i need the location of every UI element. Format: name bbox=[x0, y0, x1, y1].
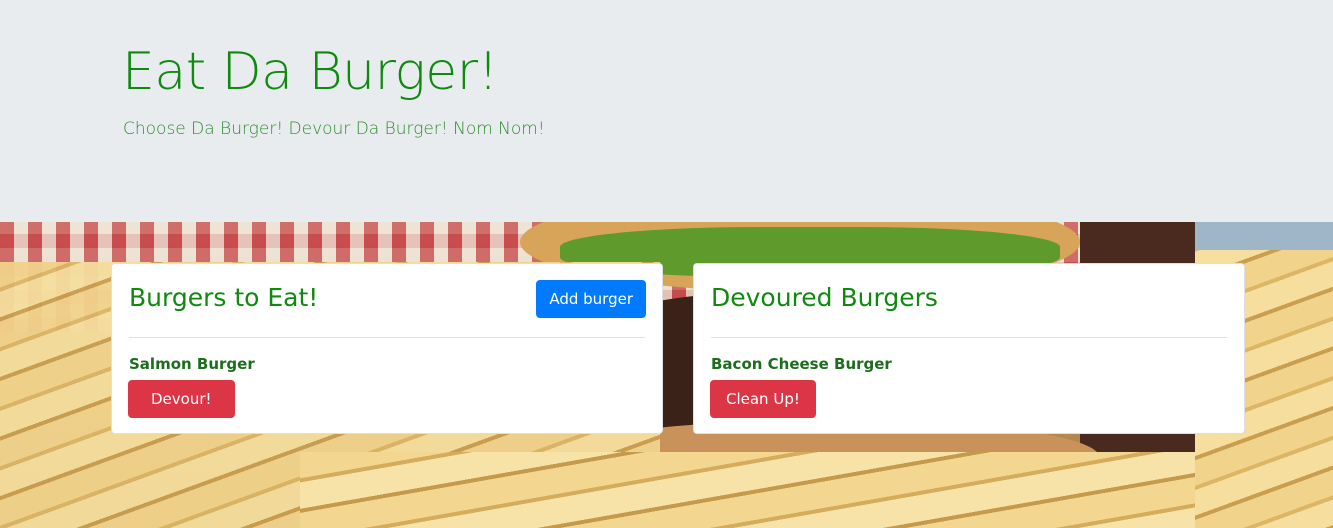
clean-up-button[interactable]: Clean Up! bbox=[710, 380, 816, 418]
page-title: Eat Da Burger! bbox=[122, 42, 498, 102]
fries-bottom bbox=[300, 452, 1200, 528]
add-burger-button[interactable]: Add burger bbox=[536, 280, 646, 318]
burger-name: Bacon Cheese Burger bbox=[711, 355, 892, 373]
devoured-burgers-card: Devoured Burgers Bacon Cheese Burger Cle… bbox=[693, 263, 1245, 434]
card-divider bbox=[129, 337, 645, 338]
card-divider bbox=[711, 337, 1227, 338]
jumbotron-header: Eat Da Burger! Choose Da Burger! Devour … bbox=[0, 0, 1333, 222]
burgers-to-eat-title: Burgers to Eat! bbox=[129, 283, 319, 312]
devoured-burgers-title: Devoured Burgers bbox=[711, 283, 938, 312]
devour-button[interactable]: Devour! bbox=[128, 380, 235, 418]
burgers-to-eat-card: Burgers to Eat! Add burger Salmon Burger… bbox=[111, 263, 663, 434]
burger-name: Salmon Burger bbox=[129, 355, 255, 373]
page-subtitle: Choose Da Burger! Devour Da Burger! Nom … bbox=[123, 119, 545, 139]
